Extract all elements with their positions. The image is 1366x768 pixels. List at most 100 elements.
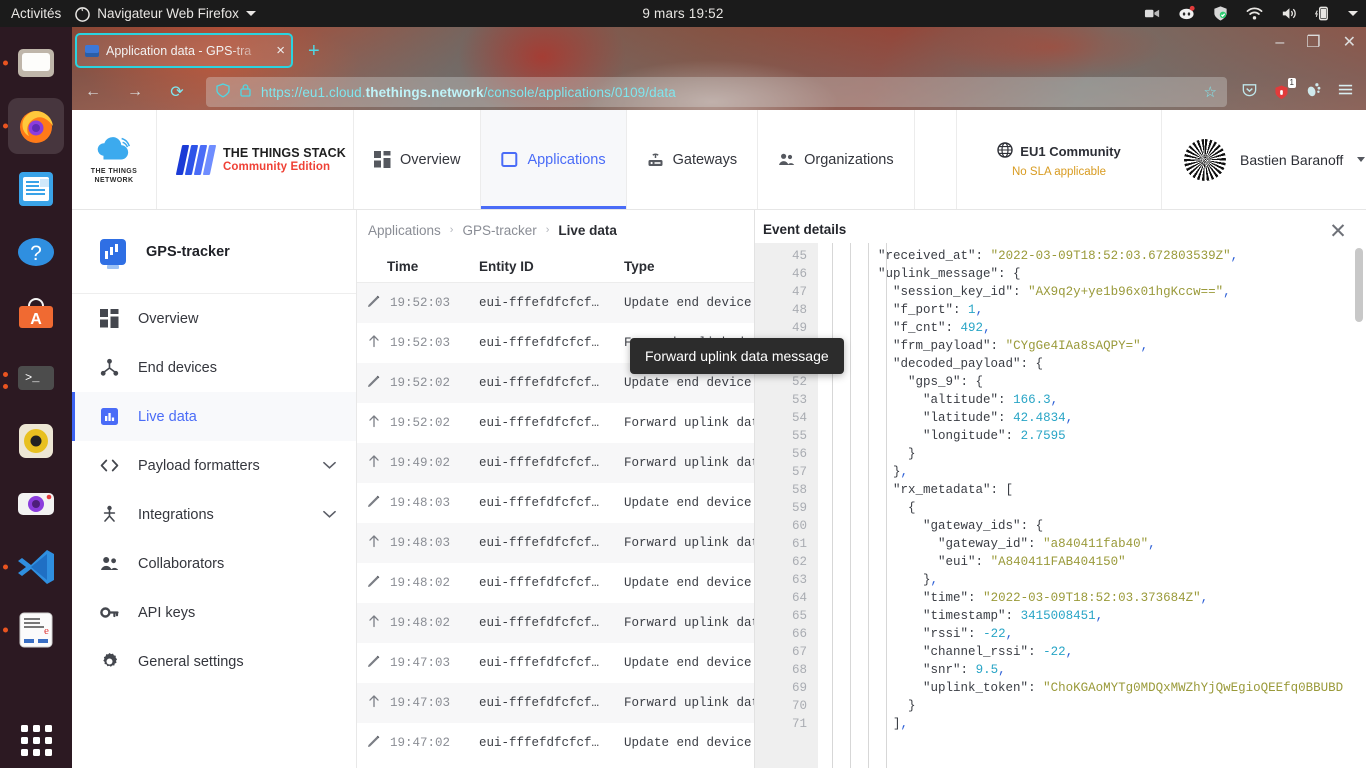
rhythmbox-icon (19, 424, 53, 458)
uplink-arrow-icon (367, 454, 381, 472)
dock-item-cheese-camera[interactable] (8, 476, 64, 532)
line-number: 58 (791, 483, 807, 497)
battery-icon[interactable] (1314, 5, 1331, 22)
sidebar-label-integrations: Integrations (138, 506, 214, 523)
cluster-selector[interactable]: EU1 Community No SLA applicable (956, 110, 1161, 209)
stack-title: THE THINGS STACK (223, 145, 346, 160)
line-number: 47 (791, 285, 807, 299)
breadcrumb-live-data: Live data (558, 222, 617, 238)
device-icon (100, 358, 119, 377)
json-line: "rx_metadata": [ (893, 483, 1014, 497)
json-line: ], (818, 717, 909, 731)
sidebar-item-overview[interactable]: Overview (72, 294, 356, 343)
gnome-top-bar: Activités Navigateur Web Firefox 9 mars … (0, 0, 1366, 27)
show-applications-icon[interactable] (20, 725, 52, 756)
json-line: "gateway_id": "a840411fab40", (938, 537, 1156, 551)
row-time: 19:48:03 (390, 536, 451, 550)
wifi-icon[interactable] (1246, 5, 1263, 22)
dock-item-terminal[interactable]: >_ (3, 350, 64, 406)
sidebar-item-end-devices[interactable]: End devices (72, 343, 356, 392)
ttn-logo[interactable]: THE THINGS NETWORK (72, 110, 157, 209)
line-number: 62 (791, 555, 807, 569)
user-menu[interactable]: Bastien Baranoff (1161, 110, 1366, 209)
brand-line-2: NETWORK (94, 177, 134, 184)
dock-item-help[interactable]: ? (8, 224, 64, 280)
window-close-button[interactable]: ✕ (1343, 35, 1356, 51)
sidebar-item-collaborators[interactable]: Collaborators (72, 539, 356, 588)
browser-tab-active[interactable]: Application data - GPS-tra × (75, 33, 293, 68)
close-icon[interactable]: ✕ (1327, 221, 1349, 243)
event-details-title: Event details (763, 222, 847, 237)
sidebar-label-end-devices: End devices (138, 359, 217, 376)
bookmark-star-icon[interactable]: ☆ (1204, 83, 1217, 101)
json-line: "channel_rssi": -22, (923, 645, 1074, 659)
row-time-cell: 19:52:02 (357, 374, 479, 392)
sidebar-item-payload-formatters[interactable]: Payload formatters (72, 441, 356, 490)
nav-item-organizations[interactable]: Organizations (758, 110, 915, 209)
uplink-arrow-icon (367, 334, 381, 352)
tracking-shield-icon[interactable] (216, 83, 230, 101)
pocket-icon[interactable] (1241, 81, 1258, 103)
dock-item-reader[interactable]: e (8, 602, 64, 658)
json-viewer[interactable]: 4546474849505152535455565758596061626364… (755, 243, 1366, 768)
dock-item-rhythmbox[interactable] (8, 413, 64, 469)
nav-item-gateways[interactable]: Gateways (627, 110, 759, 209)
firefox-icon (75, 7, 91, 22)
clock[interactable]: 9 mars 19:52 (642, 6, 723, 21)
row-time: 19:48:03 (390, 496, 451, 510)
row-time-cell: 19:47:02 (357, 734, 479, 752)
vertical-scrollbar[interactable] (1355, 248, 1363, 322)
dock-item-firefox[interactable] (8, 98, 64, 154)
sla-notice: No SLA applicable (1012, 165, 1106, 178)
url-path: /console/applications/0109/data (483, 84, 676, 100)
reload-button[interactable]: ⟳ (156, 82, 198, 102)
row-time-cell: 19:48:02 (357, 614, 479, 632)
new-tab-button[interactable]: + (308, 41, 320, 61)
indent-guide (850, 243, 851, 768)
json-code[interactable]: "received_at": "2022-03-09T18:52:03.6728… (818, 243, 1366, 768)
line-number: 48 (791, 303, 807, 317)
volume-icon[interactable] (1280, 5, 1297, 22)
back-button[interactable]: ← (72, 83, 114, 101)
sidebar-item-general-settings[interactable]: General settings (72, 637, 356, 686)
page-body: GPS-tracker Overview End devices Live da… (72, 210, 1366, 768)
sidebar-item-integrations[interactable]: Integrations (72, 490, 356, 539)
window-maximize-button[interactable]: ❐ (1306, 35, 1320, 51)
shield-icon[interactable] (1212, 5, 1229, 22)
sidebar-item-live-data[interactable]: Live data (72, 392, 356, 441)
activities-button[interactable]: Activités (0, 6, 75, 21)
row-time: 19:49:02 (390, 456, 451, 470)
screencast-icon[interactable] (1144, 5, 1161, 22)
dock-item-libreoffice-writer[interactable] (8, 161, 64, 217)
dock-item-files[interactable] (8, 35, 64, 91)
sidebar-app-header[interactable]: GPS-tracker (72, 210, 356, 294)
nav-item-overview[interactable]: Overview (354, 110, 482, 209)
breadcrumb-applications[interactable]: Applications (368, 223, 441, 238)
dock-item-ubuntu-software[interactable]: A (8, 287, 64, 343)
discord-icon[interactable] (1178, 5, 1195, 22)
window-minimize-button[interactable]: – (1275, 35, 1284, 51)
chevron-down-icon[interactable] (323, 459, 336, 473)
stack-bars-icon (175, 144, 217, 175)
tab-close-icon[interactable]: × (276, 43, 285, 58)
avatar (1184, 138, 1226, 181)
line-number-gutter: 4546474849505152535455565758596061626364… (755, 243, 818, 768)
hamburger-menu-icon[interactable] (1337, 81, 1354, 103)
sidebar-item-api-keys[interactable]: API keys (72, 588, 356, 637)
chevron-down-icon[interactable] (1348, 11, 1358, 16)
chevron-down-icon[interactable] (323, 508, 336, 522)
lock-icon[interactable] (239, 83, 252, 101)
nav-item-applications[interactable]: Applications (481, 110, 627, 209)
breadcrumb-separator: › (545, 224, 550, 236)
row-entity-id: eui-fffefdfcfcf… (479, 496, 600, 510)
pencil-icon (367, 374, 381, 392)
forward-button[interactable]: → (114, 83, 156, 101)
dock-item-vscode[interactable] (8, 539, 64, 595)
row-entity-id: eui-fffefdfcfcf… (479, 616, 600, 630)
url-text[interactable]: https://eu1.cloud.thethings.network/cons… (261, 85, 676, 100)
breadcrumb-gps-tracker[interactable]: GPS-tracker (462, 223, 536, 238)
app-menu-button[interactable]: Navigateur Web Firefox (75, 6, 256, 22)
extension-icon[interactable]: 1 (1273, 77, 1296, 101)
url-bar[interactable]: https://eu1.cloud.thethings.network/cons… (206, 77, 1227, 107)
gnome-shell-icon[interactable] (1305, 81, 1322, 103)
